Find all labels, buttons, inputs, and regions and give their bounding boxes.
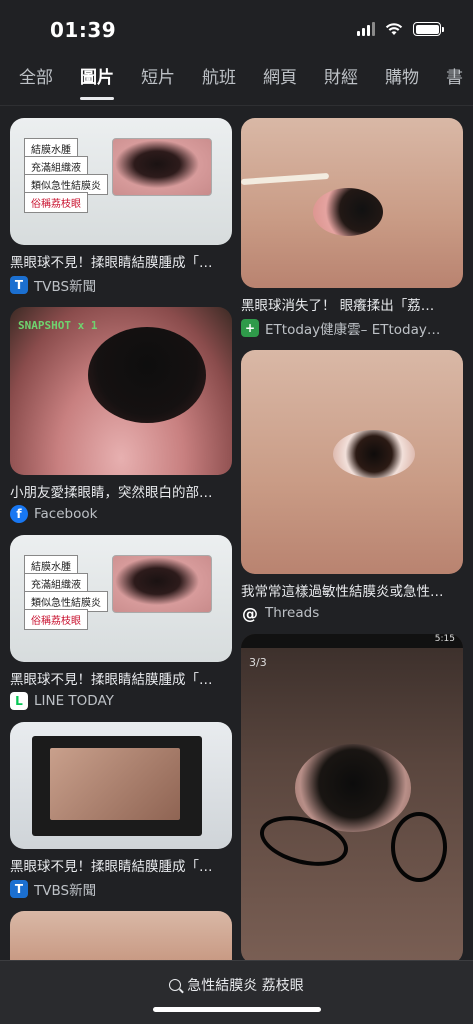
result-source-name: ETtoday健康雲– ETtoday… xyxy=(265,322,441,338)
tab-short-videos[interactable]: 短片 xyxy=(141,60,175,105)
tvbs-logo-icon: T xyxy=(10,276,28,294)
home-indicator[interactable] xyxy=(153,1007,321,1012)
tab-flights[interactable]: 航班 xyxy=(202,60,236,105)
wifi-icon xyxy=(385,23,403,35)
tab-shopping[interactable]: 購物 xyxy=(385,60,419,105)
result-source-name: Facebook xyxy=(34,506,98,522)
result-caption[interactable]: 黑眼球不見！揉眼睛結膜腫成「… xyxy=(10,855,232,875)
results-column-right: 黑眼球消失了！ 眼癢揉出「荔… + ETtoday健康雲– ETtoday… 我… xyxy=(241,118,463,976)
status-bar: 01:39 xyxy=(0,0,473,60)
result-caption[interactable]: 黑眼球消失了！ 眼癢揉出「荔… xyxy=(241,294,463,314)
result-thumbnail[interactable]: 結膜水腫 充滿組織液 類似急性結膜炎 俗稱荔枝眼 xyxy=(10,118,232,245)
result-thumbnail[interactable] xyxy=(241,118,463,288)
result-thumbnail[interactable]: 5:15 3/3 xyxy=(241,634,463,964)
ettoday-logo-icon: + xyxy=(241,319,259,337)
eye-shape xyxy=(333,430,415,478)
result-source-name: TVBS新聞 xyxy=(34,279,97,295)
result-source-name: Threads xyxy=(265,605,320,621)
image-result[interactable]: 黑眼球消失了！ 眼癢揉出「荔… + ETtoday健康雲– ETtoday… xyxy=(241,118,463,338)
results-column-left: 結膜水腫 充滿組織液 類似急性結膜炎 俗稱荔枝眼 黑眼球不見！揉眼睛結膜腫成「…… xyxy=(10,118,232,1003)
tab-images[interactable]: 圖片 xyxy=(80,60,114,105)
tab-finance[interactable]: 財經 xyxy=(324,60,358,105)
status-time: 01:39 xyxy=(50,18,117,42)
result-caption[interactable]: 黑眼球不見！揉眼睛結膜腫成「… xyxy=(10,251,232,271)
result-source[interactable]: @ Threads xyxy=(241,603,463,623)
search-query-pill[interactable]: 急性結膜炎 荔枝眼 xyxy=(0,975,473,995)
result-source[interactable]: f Facebook xyxy=(10,505,232,523)
search-tabs: 全部 圖片 短片 航班 網頁 財經 購物 書 xyxy=(0,60,473,106)
circle-annotation xyxy=(391,812,447,882)
line-today-logo-icon: L xyxy=(10,692,28,710)
result-thumbnail[interactable] xyxy=(241,350,463,574)
overlay-label: 俗稱荔枝眼 xyxy=(24,192,88,213)
swollen-eye-shape xyxy=(313,188,383,236)
status-icons xyxy=(357,22,444,36)
image-result[interactable]: 我常常這樣過敏性結膜炎或急性… @ Threads xyxy=(241,350,463,623)
image-result[interactable]: 黑眼球不見！揉眼睛結膜腫成「… T TVBS新聞 xyxy=(10,722,232,899)
result-caption[interactable]: 黑眼球不見！揉眼睛結膜腫成「… xyxy=(10,668,232,688)
search-icon xyxy=(169,979,182,991)
image-result[interactable]: 結膜水腫 充滿組織液 類似急性結膜炎 俗稱荔枝眼 黑眼球不見！揉眼睛結膜腫成「…… xyxy=(10,118,232,295)
image-result[interactable]: 5:15 3/3 xyxy=(241,634,463,964)
eye-pupil-shape xyxy=(88,327,206,423)
threads-logo-icon: @ xyxy=(242,603,258,623)
monitor-shape xyxy=(32,736,202,836)
phone-status-overlay: 5:15 xyxy=(241,634,463,648)
eye-inset-image xyxy=(112,138,212,196)
tab-all[interactable]: 全部 xyxy=(19,60,53,105)
result-thumbnail[interactable]: 結膜水腫 充滿組織液 類似急性結膜炎 俗稱荔枝眼 xyxy=(10,535,232,662)
image-result[interactable]: 結膜水腫 充滿組織液 類似急性結膜炎 俗稱荔枝眼 黑眼球不見！揉眼睛結膜腫成「…… xyxy=(10,535,232,710)
monitor-screen-image xyxy=(50,748,180,820)
battery-icon xyxy=(413,22,444,36)
result-source[interactable]: T TVBS新聞 xyxy=(10,275,232,295)
cellular-signal-icon xyxy=(357,22,375,36)
image-search-screen: 01:39 全部 圖片 短片 航班 網頁 財經 購物 書 結膜水腫 充滿組織液 … xyxy=(0,0,473,1024)
result-thumbnail[interactable] xyxy=(10,722,232,849)
overlay-label: 俗稱荔枝眼 xyxy=(24,609,88,630)
result-caption[interactable]: 我常常這樣過敏性結膜炎或急性… xyxy=(241,580,463,600)
page-indicator: 3/3 xyxy=(249,656,267,669)
result-caption[interactable]: 小朋友愛揉眼睛，突然眼白的部… xyxy=(10,481,232,501)
result-source[interactable]: L LINE TODAY xyxy=(10,692,232,710)
search-query: 急性結膜炎 荔枝眼 xyxy=(187,978,304,994)
bottom-search-bar: 急性結膜炎 荔枝眼 xyxy=(0,960,473,1024)
tab-web[interactable]: 網頁 xyxy=(263,60,297,105)
cotton-swab-shape xyxy=(241,172,330,186)
tab-books[interactable]: 書 xyxy=(446,60,463,105)
result-thumbnail[interactable]: SNAPSHOT x 1 xyxy=(10,307,232,475)
result-source-name: TVBS新聞 xyxy=(34,883,97,899)
snapshot-overlay-text: SNAPSHOT x 1 xyxy=(18,319,98,332)
result-source[interactable]: + ETtoday健康雲– ETtoday… xyxy=(241,318,463,338)
result-source[interactable]: T TVBS新聞 xyxy=(10,879,232,899)
result-source-name: LINE TODAY xyxy=(34,693,114,709)
tvbs-logo-icon: T xyxy=(10,880,28,898)
image-result[interactable]: SNAPSHOT x 1 小朋友愛揉眼睛，突然眼白的部… f Facebook xyxy=(10,307,232,523)
eye-inset-image xyxy=(112,555,212,613)
facebook-logo-icon: f xyxy=(10,505,28,523)
